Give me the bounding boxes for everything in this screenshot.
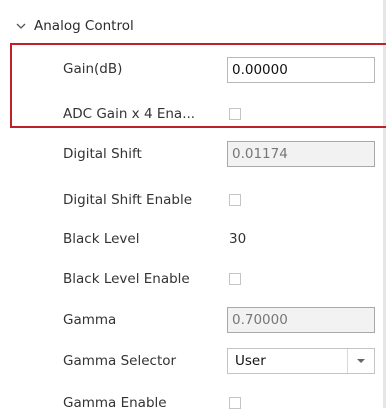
digital-shift-input: 0.01174 — [227, 141, 375, 167]
gamma-selector-value: User — [235, 353, 266, 369]
gamma-selector-dropdown[interactable]: User — [227, 348, 375, 374]
gamma-label: Gamma — [63, 312, 117, 328]
highlight-rectangle — [10, 43, 386, 128]
digital-shift-enable-checkbox[interactable] — [229, 194, 241, 206]
analog-control-group-header[interactable]: Analog Control — [14, 15, 134, 37]
group-title: Analog Control — [34, 18, 134, 34]
dropdown-arrow-icon[interactable] — [347, 349, 374, 373]
gamma-enable-label: Gamma Enable — [63, 395, 167, 411]
black-level-enable-checkbox[interactable] — [229, 273, 241, 285]
digital-shift-label: Digital Shift — [63, 146, 142, 162]
digital-shift-enable-label: Digital Shift Enable — [63, 192, 193, 208]
gamma-enable-checkbox[interactable] — [229, 397, 241, 409]
black-level-enable-label: Black Level Enable — [63, 271, 190, 287]
black-level-value[interactable]: 30 — [229, 228, 246, 250]
gamma-input: 0.70000 — [227, 307, 375, 333]
black-level-label: Black Level — [63, 231, 140, 247]
chevron-down-icon[interactable] — [14, 19, 28, 33]
gamma-selector-label: Gamma Selector — [63, 353, 177, 369]
